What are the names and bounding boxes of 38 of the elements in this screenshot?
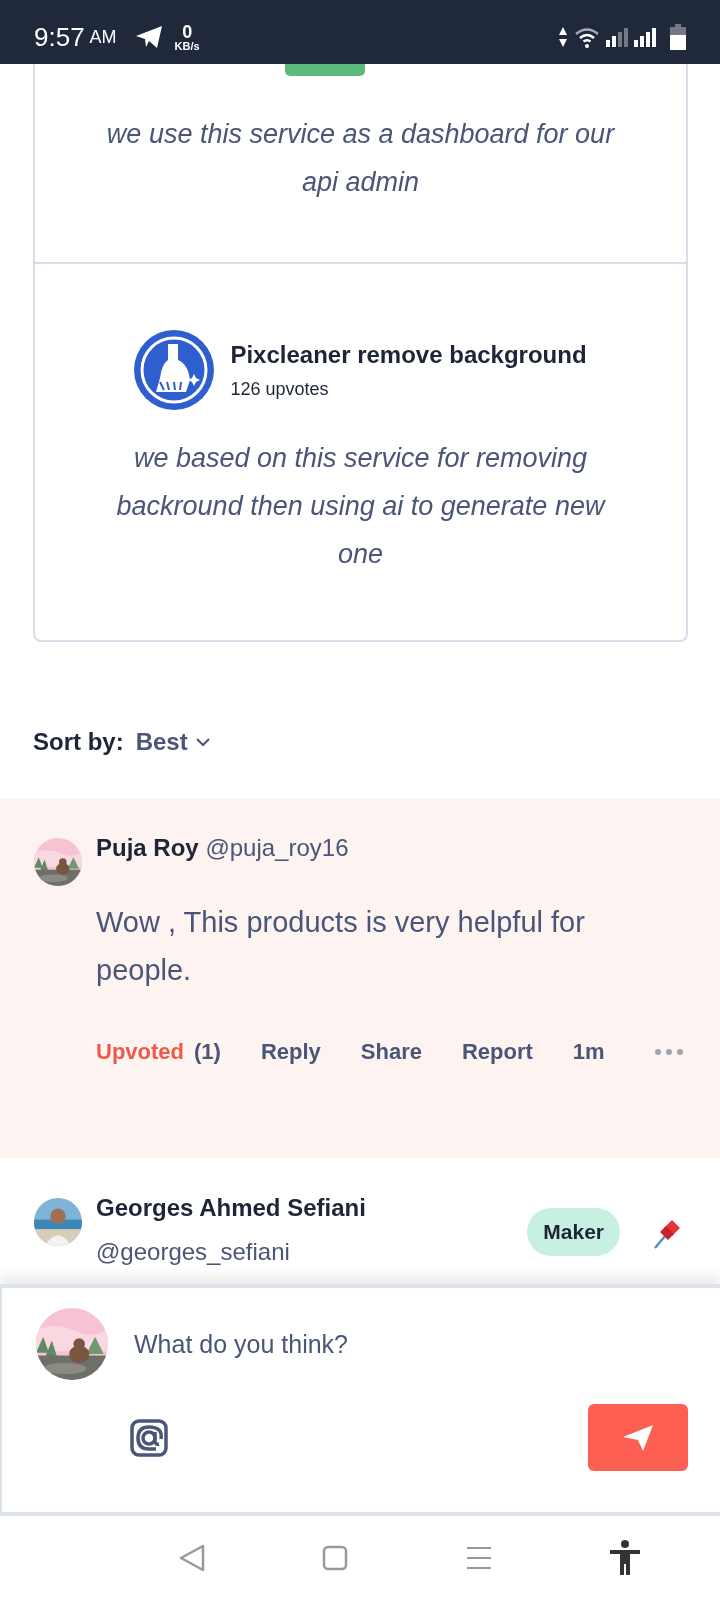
author-name: Georges Ahmed Sefiani [96,1194,366,1221]
share-button[interactable]: Share [360,1039,422,1065]
author-handle: @georges_sefiani [96,1238,290,1265]
send-button[interactable] [588,1404,688,1471]
chevron-down-icon [195,737,210,747]
send-icon [621,1422,655,1453]
author-handle: @puja_roy16 [205,834,349,861]
signal-icon [634,27,656,47]
maker-badge: Maker [527,1208,620,1256]
sort-label: Sort by: [33,728,124,756]
comment-time: 1m [572,1039,605,1065]
menu-icon[interactable] [465,1546,492,1570]
upvote-count: (1) [194,1039,221,1065]
signal-icon [606,27,628,47]
clock-ampm: AM [89,26,117,48]
back-icon[interactable] [178,1544,205,1572]
battery-icon [670,24,686,50]
comment-text: Wow , This products is very helpful for people. [96,905,586,988]
network-speed: 0 [182,22,193,41]
author-name: Puja Roy [96,834,199,861]
upvote-count: 126 upvotes [230,378,330,400]
accessibility-icon[interactable] [609,1540,642,1576]
wifi-icon [574,26,600,48]
home-icon[interactable] [322,1545,349,1571]
broom-logo-icon [134,330,215,410]
product-review: we use this service as a dashboard for our api admin [105,118,616,199]
clock-time: 9:57 [34,21,85,53]
mention-icon[interactable] [130,1418,168,1457]
comment-field[interactable]: What do you think? [134,1325,688,1363]
speed-unit: KB/s [174,40,200,52]
paper-plane-icon [134,25,163,49]
more-icon[interactable] [654,1048,684,1056]
data-arrows-icon [558,26,568,48]
product-review: we based on this service for removing backround then using ai to generate new one [115,442,607,571]
sort-dropdown[interactable]: Best [135,728,210,756]
report-button[interactable]: Report [461,1039,533,1065]
reply-button[interactable]: Reply [260,1039,321,1065]
product-name: Pixcleaner remove background [230,340,587,369]
